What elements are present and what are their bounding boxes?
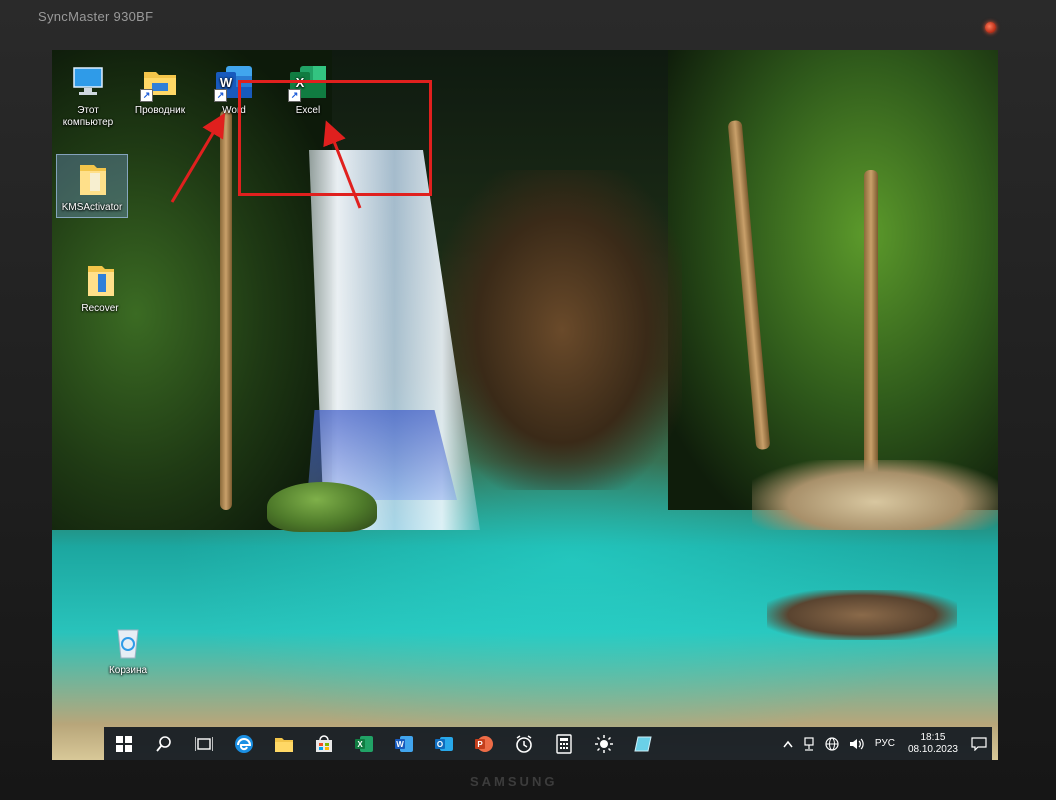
globe-icon — [825, 736, 839, 751]
network-button[interactable] — [820, 736, 844, 751]
bezel-logo: SAMSUNG — [470, 774, 558, 789]
excel-icon: X — [355, 735, 373, 752]
desktop-icon-kmsactivator[interactable]: KMSActivator — [56, 154, 128, 218]
store-button[interactable] — [304, 727, 344, 760]
desktop-icon-label: Recover — [81, 303, 119, 314]
wallpaper-tree-trunk — [220, 110, 232, 510]
task-view-icon — [195, 736, 213, 751]
wallpaper-mossy-rock — [267, 482, 377, 532]
calculator-icon — [556, 733, 572, 754]
taskbar: X W O P РУС 18:15 08.10.2023 — [104, 727, 992, 760]
search-button[interactable] — [144, 727, 184, 760]
monitor-icon — [68, 62, 108, 102]
annotation-highlight-box — [238, 80, 432, 196]
notification-icon — [971, 736, 987, 751]
word-taskbar-button[interactable]: W — [384, 727, 424, 760]
desktop-icon-label: Корзина — [108, 665, 148, 676]
desktop-icon-explorer[interactable]: ↗ Проводник — [124, 58, 196, 120]
desktop-icon-recover[interactable]: Recover — [64, 256, 136, 318]
folder-icon — [72, 159, 112, 199]
clock-time: 18:15 — [920, 731, 946, 743]
shortcut-arrow-icon: ↗ — [214, 89, 227, 102]
desktop-icon-label: KMSActivator — [61, 202, 123, 213]
clock-date: 08.10.2023 — [907, 743, 958, 755]
wallpaper-shore-stones — [767, 590, 957, 640]
file-explorer-button[interactable] — [264, 727, 304, 760]
volume-button[interactable] — [844, 737, 870, 751]
svg-text:W: W — [220, 75, 233, 90]
svg-text:X: X — [357, 740, 363, 749]
word-icon: W — [395, 735, 413, 752]
wallpaper-foliage-right — [668, 50, 998, 510]
notifications-button[interactable] — [966, 736, 992, 751]
chevron-up-icon — [783, 740, 793, 747]
wallpaper-cliff — [442, 170, 682, 490]
recycle-bin-icon — [108, 622, 148, 662]
task-view-button[interactable] — [184, 727, 224, 760]
svg-text:W: W — [396, 740, 404, 749]
desktop-screen: Этот компьютер ↗ Проводник W ↗ Word X ↗ … — [52, 50, 998, 760]
alarm-clock-icon — [516, 734, 532, 753]
speaker-icon — [849, 738, 864, 749]
store-icon — [316, 734, 332, 752]
search-icon — [156, 735, 171, 752]
wallpaper-rocks — [752, 460, 998, 530]
start-button[interactable] — [104, 727, 144, 760]
folder-icon: ↗ — [140, 62, 180, 102]
folder-icon — [80, 260, 120, 300]
outlook-taskbar-button[interactable]: O — [424, 727, 464, 760]
system-tray: РУС 18:15 08.10.2023 — [778, 727, 992, 760]
file-explorer-icon — [275, 737, 293, 752]
brightness-icon — [595, 734, 613, 753]
desktop-icon-this-pc[interactable]: Этот компьютер — [52, 58, 124, 132]
show-hidden-icons-button[interactable] — [778, 740, 798, 748]
edge-button[interactable] — [224, 727, 264, 760]
brightness-button[interactable] — [584, 727, 624, 760]
device-icon — [804, 736, 814, 751]
desktop-icon-label: Проводник — [134, 105, 186, 116]
edge-icon — [235, 734, 253, 753]
svg-text:O: O — [437, 740, 443, 749]
powerpoint-icon: P — [475, 735, 493, 752]
desktop-icon-label: Этот компьютер — [62, 105, 114, 128]
excel-taskbar-button[interactable]: X — [344, 727, 384, 760]
snip-icon — [634, 736, 652, 751]
monitor-brand-label: SyncMaster 930BF — [38, 9, 154, 24]
desktop-icon-recycle-bin[interactable]: Корзина — [92, 618, 164, 680]
input-language-button[interactable]: РУС — [870, 738, 900, 749]
powerpoint-taskbar-button[interactable]: P — [464, 727, 504, 760]
snip-button[interactable] — [624, 727, 664, 760]
clock-button[interactable]: 18:15 08.10.2023 — [900, 732, 966, 756]
alarm-clock-button[interactable] — [504, 727, 544, 760]
windows-logo-icon — [116, 735, 132, 752]
meet-now-button[interactable] — [798, 736, 820, 751]
power-led-icon — [985, 22, 996, 33]
wallpaper-tree-trunk — [864, 170, 878, 500]
svg-text:P: P — [477, 740, 483, 749]
outlook-icon: O — [435, 736, 453, 751]
calculator-button[interactable] — [544, 727, 584, 760]
shortcut-arrow-icon: ↗ — [140, 89, 153, 102]
monitor-frame: SyncMaster 930BF SAMSUNG Этот компьютер … — [0, 0, 1056, 800]
